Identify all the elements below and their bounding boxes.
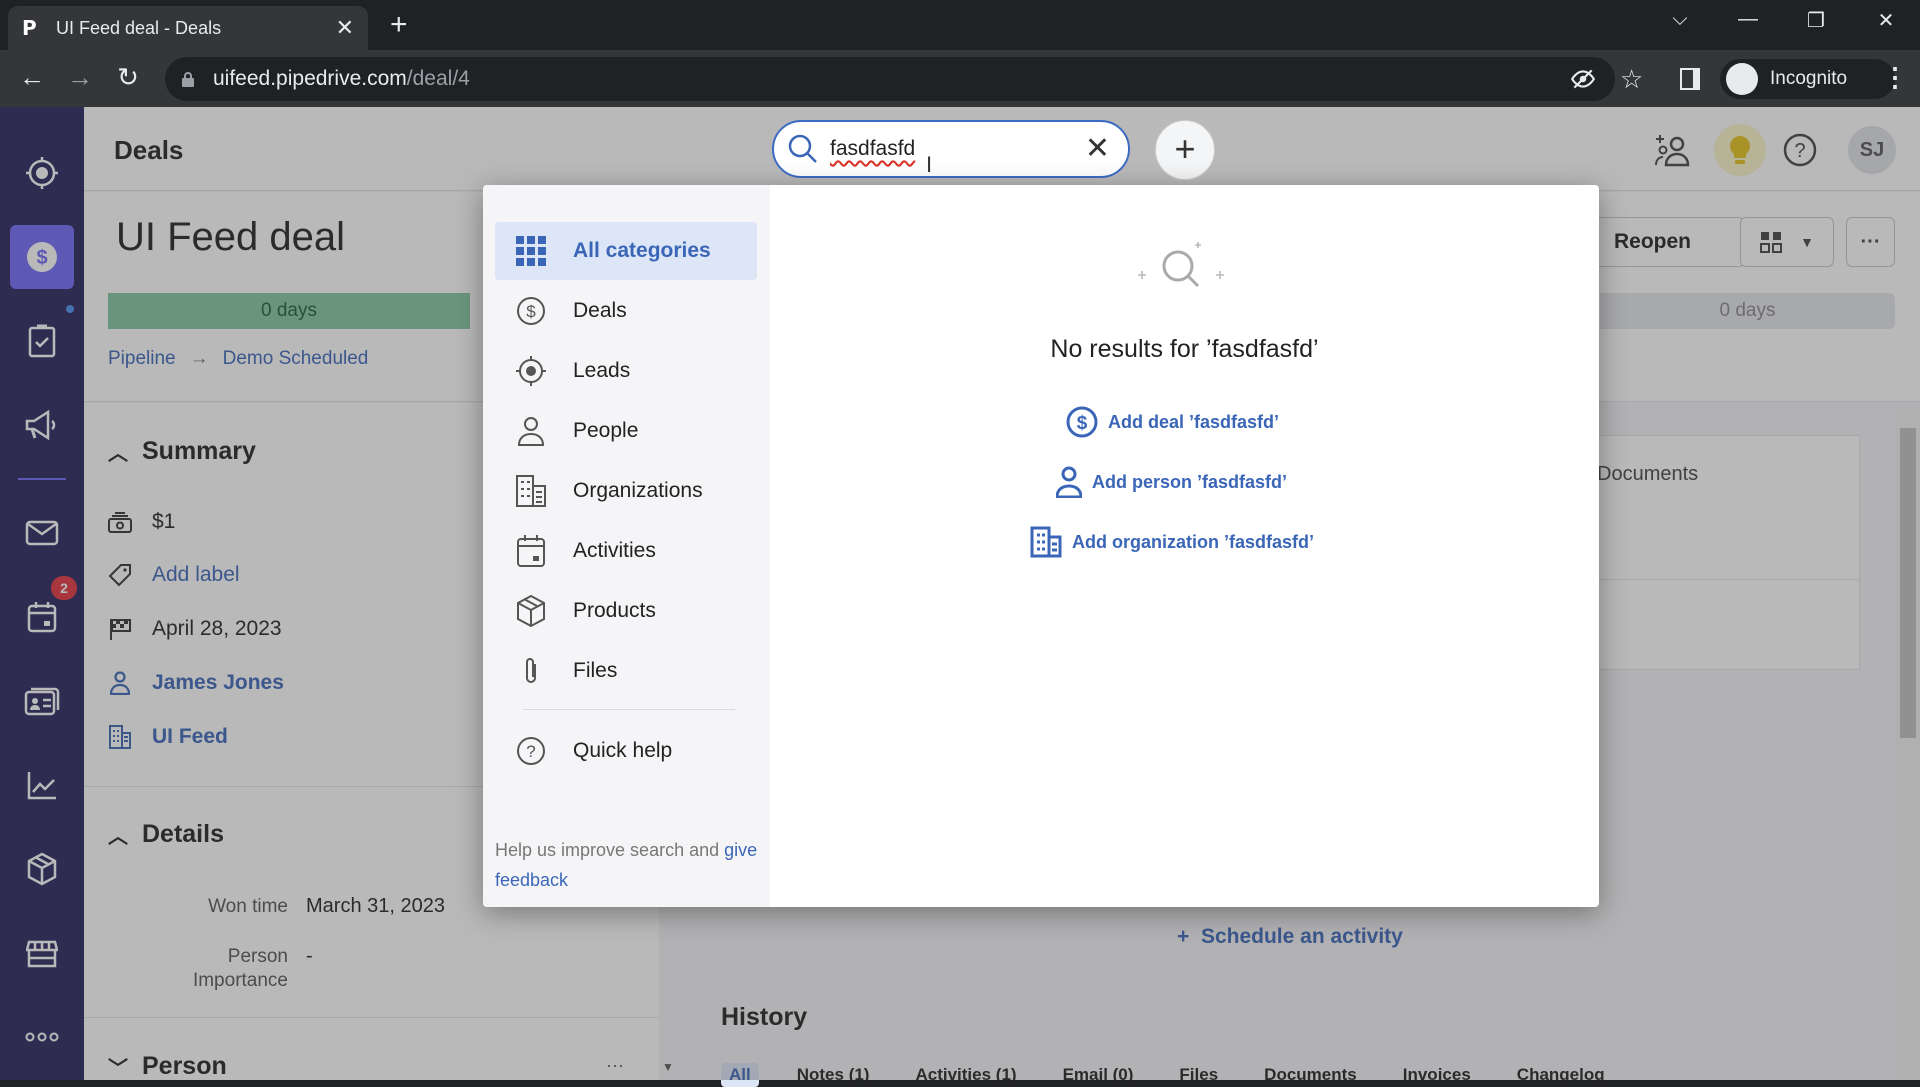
category-label: Activities	[573, 539, 656, 562]
text-cursor-icon: I	[926, 152, 933, 177]
search-category-list: All categories $ Deals Leads People Orga…	[483, 185, 770, 907]
add-organization-label: Add organization ’fasdfasfd’	[1072, 531, 1315, 552]
search-feedback: Help us improve search and give feedback	[495, 835, 765, 895]
add-organization-action[interactable]: Add organization ’fasdfasfd’	[1030, 526, 1314, 558]
side-panel-icon[interactable]	[1680, 68, 1700, 90]
minimize-button[interactable]: —	[1728, 8, 1768, 31]
incognito-icon	[1726, 63, 1758, 95]
category-deals[interactable]: $ Deals	[495, 282, 757, 340]
add-person-action[interactable]: Add person ’fasdfasfd’	[1056, 466, 1287, 498]
url-path: /deal/4	[406, 67, 470, 90]
category-leads[interactable]: Leads	[495, 342, 757, 400]
reload-button[interactable]: ↻	[110, 62, 146, 93]
category-label: Deals	[573, 299, 627, 322]
calendar-icon	[515, 535, 547, 567]
url-host: uifeed.pipedrive.com	[213, 67, 407, 90]
tab-title: UI Feed deal - Deals	[56, 17, 222, 38]
add-deal-label: Add deal ’fasdfasfd’	[1108, 411, 1280, 432]
search-query[interactable]: fasdfasfd	[830, 137, 1070, 161]
global-search-input[interactable]: fasdfasfd ✕	[772, 120, 1130, 178]
browser-menu-icon[interactable]: ⋮	[1882, 62, 1908, 93]
feedback-text: Help us improve search and	[495, 840, 725, 860]
quick-help-item[interactable]: ? Quick help	[495, 722, 757, 780]
search-icon	[788, 134, 817, 163]
forward-button[interactable]: →	[62, 62, 98, 93]
box-icon	[515, 595, 547, 627]
incognito-indicator[interactable]: Incognito	[1720, 59, 1895, 99]
browser-tab[interactable]: P UI Feed deal - Deals ✕	[8, 6, 368, 50]
category-activities[interactable]: Activities	[495, 522, 757, 580]
building-icon	[515, 475, 547, 507]
bookmark-star-icon[interactable]: ☆	[1620, 64, 1643, 95]
pipedrive-favicon-icon: P	[22, 16, 37, 40]
svg-text:$: $	[526, 302, 536, 321]
empty-search-icon	[1132, 240, 1228, 300]
dollar-circle-icon: $	[515, 295, 547, 327]
quick-add-button[interactable]: +	[1155, 120, 1215, 180]
building-icon	[1030, 526, 1062, 558]
person-icon	[1056, 466, 1082, 498]
svg-text:$: $	[1077, 413, 1088, 434]
category-label: Organizations	[573, 479, 703, 502]
add-deal-action[interactable]: $ Add deal ’fasdfasfd’	[1066, 406, 1279, 438]
category-organizations[interactable]: Organizations	[495, 462, 757, 520]
category-people[interactable]: People	[495, 402, 757, 460]
category-files[interactable]: Files	[495, 642, 757, 700]
tab-close-icon[interactable]: ✕	[336, 15, 354, 41]
back-button[interactable]: ←	[14, 62, 50, 93]
category-label: All categories	[573, 239, 711, 262]
target-icon	[515, 355, 547, 387]
dollar-circle-icon: $	[1066, 406, 1098, 438]
lock-icon	[182, 72, 194, 87]
no-results-message: No results for ’fasdfasfd’	[1050, 335, 1319, 363]
grid-icon	[515, 235, 547, 267]
quick-help-label: Quick help	[573, 739, 673, 762]
category-label: People	[573, 419, 639, 442]
clear-search-icon[interactable]: ✕	[1085, 134, 1110, 164]
incognito-label: Incognito	[1770, 68, 1848, 89]
category-all[interactable]: All categories	[495, 222, 757, 280]
help-icon: ?	[515, 735, 547, 767]
add-person-label: Add person ’fasdfasfd’	[1092, 471, 1288, 492]
tab-search-chevron-icon[interactable]: ⌵	[1660, 8, 1700, 31]
category-label: Files	[573, 659, 618, 682]
close-window-button[interactable]: ✕	[1866, 8, 1906, 33]
search-results-dropdown: All categories $ Deals Leads People Orga…	[483, 185, 1599, 907]
svg-text:?: ?	[526, 742, 535, 761]
person-icon	[515, 415, 547, 447]
category-label: Leads	[573, 359, 631, 382]
category-products[interactable]: Products	[495, 582, 757, 640]
divider	[523, 709, 735, 710]
restore-button[interactable]: ❐	[1796, 8, 1836, 33]
no-results-panel: No results for ’fasdfasfd’ $ Add deal ’f…	[770, 185, 1599, 907]
paperclip-icon	[515, 655, 547, 687]
tracking-protection-eye-off-icon[interactable]	[1570, 66, 1596, 92]
category-label: Products	[573, 599, 656, 622]
new-tab-button[interactable]: +	[390, 10, 408, 40]
address-bar[interactable]: uifeed.pipedrive.com/deal/4	[165, 57, 1615, 101]
